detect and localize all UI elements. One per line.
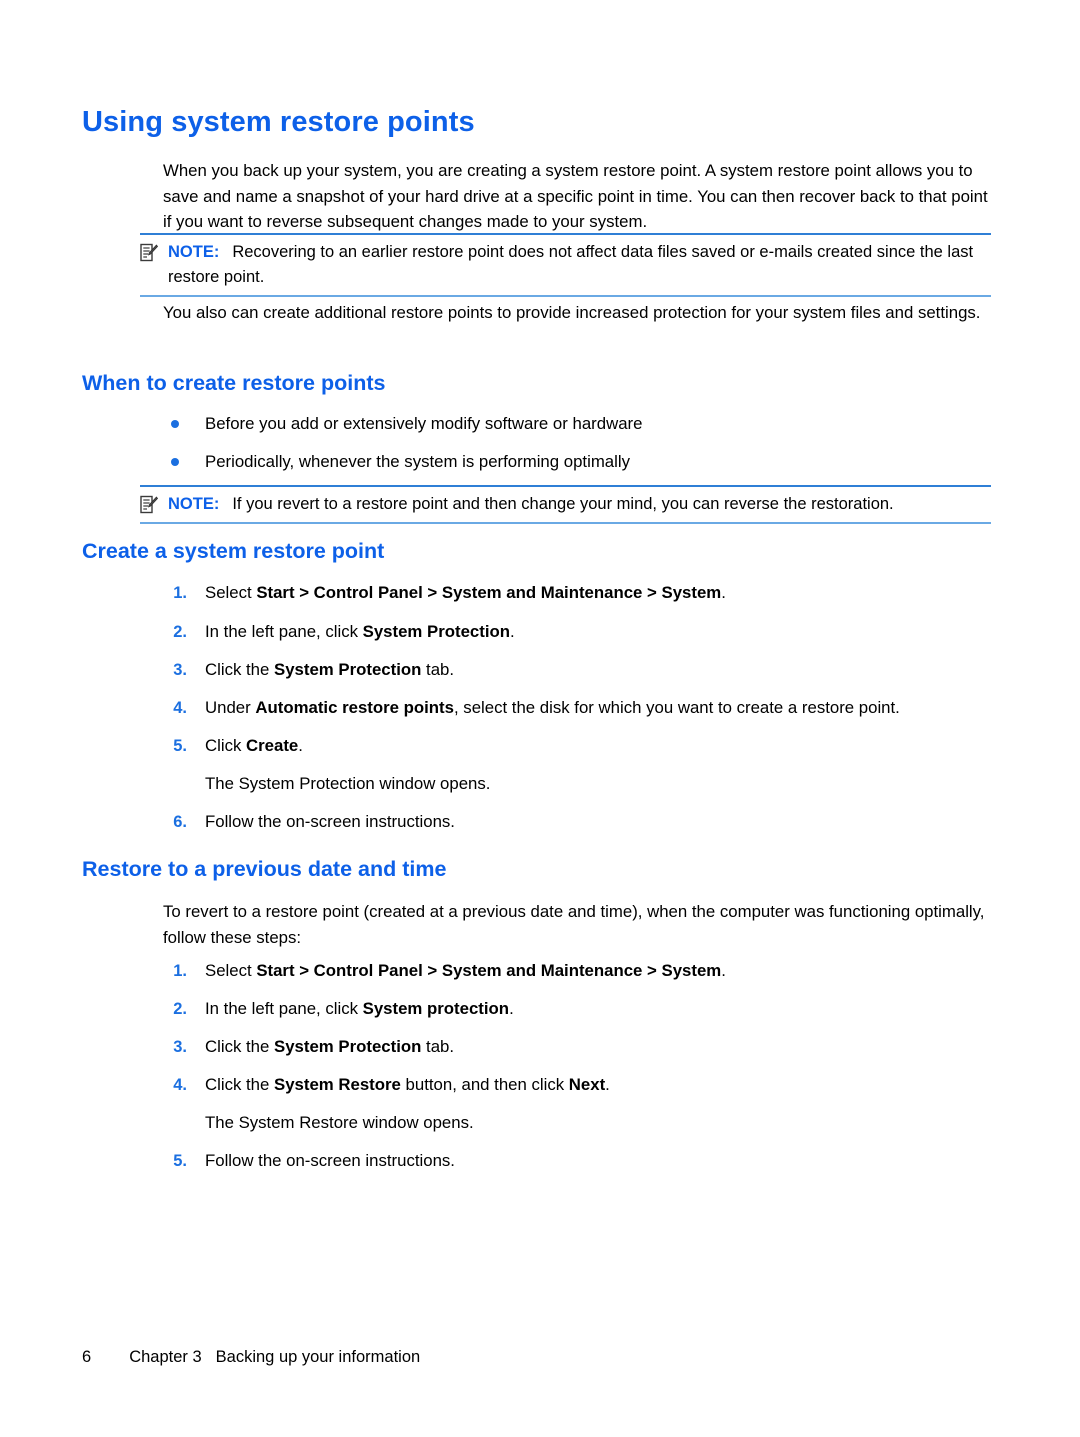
step-text-bold: Create [246,736,299,755]
step-result-text: The System Restore window opens. [205,1113,474,1132]
intro-paragraph: When you back up your system, you are cr… [163,161,988,231]
numbered-step: 3. Click the System Protection tab. [163,1035,991,1059]
numbered-step: 2. In the left pane, click System Protec… [163,620,991,644]
note-pencil-icon [140,495,159,514]
step-number: 3. [173,1038,187,1056]
page-title: Using system restore points [82,106,475,138]
footer-chapter-title: Backing up your information [215,1348,421,1366]
bullet-icon [171,458,179,466]
step-text: Select Start > Control Panel > System an… [163,959,991,983]
bullet-label: Periodically, whenever the system is per… [205,452,630,471]
step-text: Click the System Restore button, and the… [163,1073,991,1097]
list-item: Periodically, whenever the system is per… [163,450,991,474]
step-text-post: . [721,961,726,980]
note-pencil-icon [140,243,159,262]
step-text-bold: System protection [362,999,510,1018]
numbered-step: 2. In the left pane, click System protec… [163,997,991,1021]
numbered-step: 3. Click the System Protection tab. [163,658,991,682]
restore-intro-paragraph: To revert to a restore point (created at… [163,902,985,947]
step-text-post: . [721,583,726,602]
step-number: 2. [173,623,187,641]
note-callout-2-body: NOTE: If you revert to a restore point an… [140,492,991,517]
step-number: 1. [173,584,187,602]
page-footer: 6 Chapter 3 Backing up your information [82,1348,420,1367]
heading-restore-previous: Restore to a previous date and time [82,857,447,881]
step-text: In the left pane, click System protectio… [163,997,991,1021]
step-text-pre: Click [205,736,247,755]
note-label: NOTE: [168,495,220,513]
numbered-step: 6. Follow the on-screen instructions. [163,810,991,834]
step-text-post2: . [605,1075,610,1094]
step-text-pre: Select [205,961,257,980]
step-text-pre: In the left pane, click [205,999,363,1018]
step-text-pre: Click the [205,1037,275,1056]
footer-chapter: Chapter 3 [129,1348,202,1366]
step-text-bold: Start > Control Panel > System and Maint… [256,583,722,602]
step-text-pre: Select [205,583,257,602]
step-text-bold: System Protection [274,1037,422,1056]
numbered-step: 1. Select Start > Control Panel > System… [163,581,991,605]
step-text: Click the System Protection tab. [163,658,991,682]
step-text: Under Automatic restore points, select t… [163,696,991,720]
numbered-step: 5. Click Create. [163,734,991,758]
note-label: NOTE: [168,243,220,261]
numbered-step: 1. Select Start > Control Panel > System… [163,959,991,983]
step-text: Follow the on-screen instructions. [205,812,455,831]
heading-when-to-create: When to create restore points [82,371,386,395]
footer-page-number: 6 [82,1348,92,1366]
step-text-post: tab. [421,1037,455,1056]
step-number: 6. [173,813,187,831]
step-text: Select Start > Control Panel > System an… [163,581,991,605]
step-text-post: . [509,999,514,1018]
step-text-post: button, and then click [400,1075,569,1094]
step-text-post: tab. [421,660,455,679]
numbered-step: 5. Follow the on-screen instructions. [163,1149,991,1173]
step-text: In the left pane, click System Protectio… [163,620,991,644]
note-callout-1-body: NOTE: Recovering to an earlier restore po… [140,240,991,290]
step-text-bold: System Restore [274,1075,401,1094]
heading-create-restore-point: Create a system restore point [82,539,385,563]
numbered-step: 4. Click the System Restore button, and … [163,1073,991,1097]
step-text-post: , select the disk for which you want to … [453,698,900,717]
numbered-step: 4. Under Automatic restore points, selec… [163,696,991,720]
note-text: Recovering to an earlier restore point d… [168,243,974,286]
step-number: 5. [173,1152,187,1170]
step-text-post: . [510,622,515,641]
bullet-label: Before you add or extensively modify sof… [205,414,643,433]
step-text-bold: Start > Control Panel > System and Maint… [256,961,722,980]
bullet-icon [171,420,179,428]
step-number: 2. [173,1000,187,1018]
step-text-bold: System Protection [274,660,422,679]
step-text-bold2: Next [568,1075,606,1094]
document-page: Using system restore points When you bac… [0,0,1080,1437]
step-text: Follow the on-screen instructions. [205,1151,455,1170]
step-result-text: The System Protection window opens. [205,774,491,793]
step-text: Click the System Protection tab. [163,1035,991,1059]
step-number: 4. [173,1076,187,1094]
step-text-pre: Under [205,698,256,717]
step-text-pre: In the left pane, click [205,622,363,641]
step-text-post: . [298,736,303,755]
step-number: 3. [173,661,187,679]
after-note-paragraph: You also can create additional restore p… [163,303,981,322]
step-text-pre: Click the [205,660,275,679]
step-text-pre: Click the [205,1075,275,1094]
step-number: 4. [173,699,187,717]
note-text: If you revert to a restore point and the… [232,495,894,513]
note-callout-2: NOTE: If you revert to a restore point an… [140,485,991,524]
step-number: 1. [173,962,187,980]
step-text-bold: Automatic restore points [255,698,454,717]
list-item: Before you add or extensively modify sof… [163,412,991,436]
note-callout-1: NOTE: Recovering to an earlier restore po… [140,233,991,297]
step-text-bold: System Protection [362,622,511,641]
step-number: 5. [173,737,187,755]
step-text: Click Create. [163,734,991,758]
